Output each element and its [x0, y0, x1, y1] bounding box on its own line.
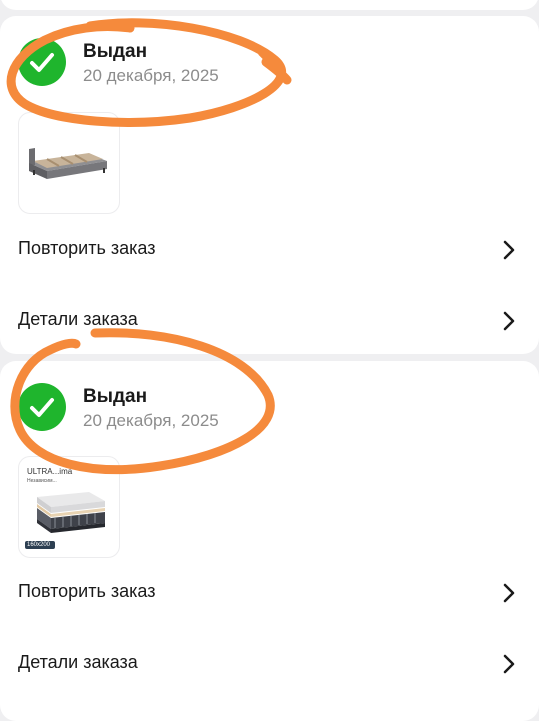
status-title: Выдан [83, 41, 148, 62]
order-details-label: Детали заказа [18, 652, 138, 672]
product-thumbnail-mattress[interactable]: ULTRA...ima Независим... 160x200 [18, 456, 120, 558]
product-thumbnail-bed[interactable] [18, 112, 120, 214]
thumb-size-badge: 160x200 [27, 542, 51, 548]
repeat-order-label: Повторить заказ [18, 238, 156, 258]
order-card: Выдан 20 декабря, 2025 Повторить заказ Д… [0, 16, 539, 354]
repeat-order-row[interactable]: Повторить заказ [0, 227, 539, 271]
chevron-right-icon [503, 240, 515, 260]
status-title: Выдан [83, 386, 148, 407]
order-details-label: Детали заказа [18, 309, 138, 329]
repeat-order-label: Повторить заказ [18, 581, 156, 601]
order-card: Выдан 20 декабря, 2025 ULTRA...ima Незав… [0, 361, 539, 721]
order-details-row[interactable]: Детали заказа [0, 641, 539, 685]
chevron-right-icon [503, 311, 515, 331]
chevron-right-icon [503, 654, 515, 674]
repeat-order-row[interactable]: Повторить заказ [0, 570, 539, 614]
bed-frame-image [29, 148, 107, 179]
check-icon [18, 383, 66, 431]
check-icon [18, 38, 66, 86]
status-date: 20 декабря, 2025 [83, 411, 219, 430]
chevron-right-icon [503, 583, 515, 603]
status-date: 20 декабря, 2025 [83, 66, 219, 85]
previous-card-edge [0, 0, 539, 10]
order-details-row[interactable]: Детали заказа [0, 298, 539, 342]
